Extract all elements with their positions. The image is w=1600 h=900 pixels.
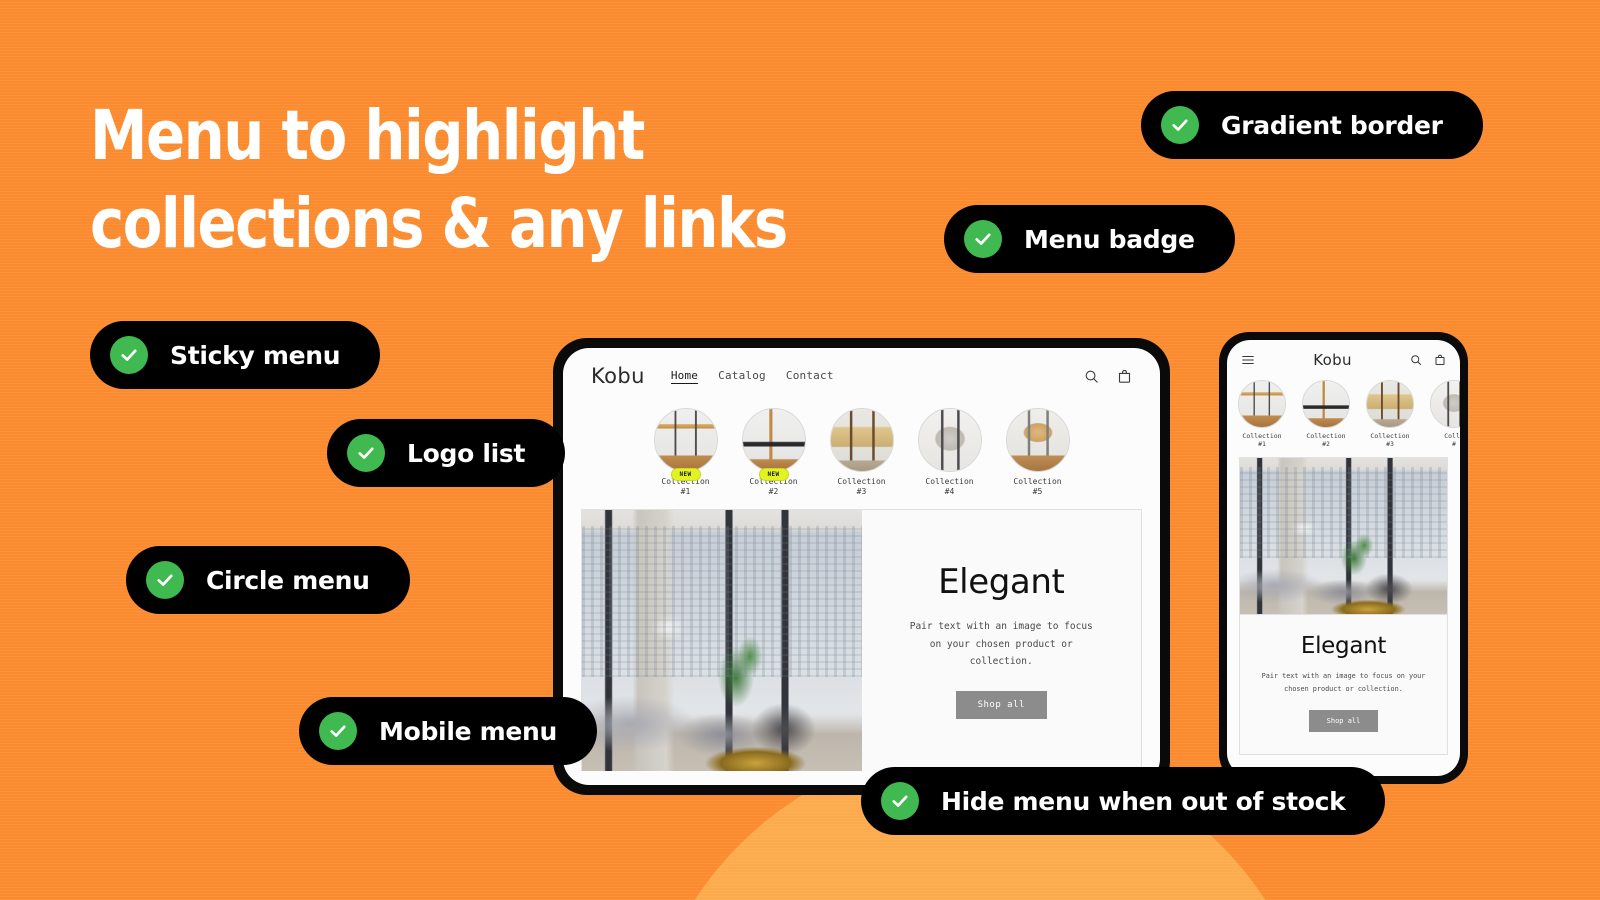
product-image-wood-side-table bbox=[654, 409, 717, 471]
phone-mockup: Kobu Collection #1 Collection #2 Collect… bbox=[1219, 332, 1468, 784]
collection-item[interactable]: Collection #3 bbox=[1365, 380, 1415, 449]
feature-pill-circle-menu[interactable]: Circle menu bbox=[126, 546, 410, 614]
collection-item[interactable]: Collection #5 bbox=[1005, 408, 1071, 497]
feature-pill-label: Circle menu bbox=[206, 565, 370, 595]
collection-label: Collection #4 bbox=[925, 477, 974, 496]
check-icon bbox=[146, 561, 184, 599]
collection-new-badge: NEW bbox=[758, 468, 789, 481]
feature-pill-hide-out-of-stock[interactable]: Hide menu when out of stock bbox=[861, 767, 1386, 835]
feature-pill-label: Menu badge bbox=[1024, 224, 1195, 254]
collection-label: Collection #3 bbox=[837, 477, 886, 496]
hero-title: Elegant bbox=[1300, 632, 1387, 659]
feature-pill-menu-badge[interactable]: Menu badge bbox=[944, 205, 1235, 273]
tablet-nav-links: Home Catalog Contact bbox=[670, 369, 834, 384]
collection-item[interactable]: Collection #3 bbox=[829, 408, 895, 497]
collection-thumbnail bbox=[917, 408, 982, 472]
hero-title: Elegant bbox=[938, 562, 1065, 603]
search-icon[interactable] bbox=[1084, 369, 1099, 384]
feature-pill-gradient-border[interactable]: Gradient border bbox=[1141, 91, 1483, 159]
tablet-hero-text-panel: Elegant Pair text with an image to focus… bbox=[861, 510, 1141, 771]
feature-pill-mobile-menu[interactable]: Mobile menu bbox=[299, 697, 598, 765]
tablet-navbar: Kobu Home Catalog Contact bbox=[563, 348, 1160, 404]
collection-label: Collection #2 bbox=[1306, 432, 1346, 449]
collection-thumbnail bbox=[829, 408, 894, 472]
tablet-nav-icons bbox=[1084, 369, 1132, 384]
tablet-hero-section: Elegant Pair text with an image to focus… bbox=[581, 509, 1142, 771]
check-icon bbox=[347, 434, 385, 472]
tablet-collection-list: NEW Collection #1 NEW Collection #2 Coll… bbox=[563, 404, 1160, 509]
feature-pill-label: Hide menu when out of stock bbox=[941, 786, 1346, 816]
tablet-nav-link-contact[interactable]: Contact bbox=[786, 369, 834, 382]
product-image-wood-side-table bbox=[1239, 381, 1285, 427]
collection-new-badge: NEW bbox=[670, 468, 701, 481]
phone-screen: Kobu Collection #1 Collection #2 Collect… bbox=[1227, 340, 1460, 776]
collection-label: Collection #3 bbox=[1370, 432, 1410, 449]
hero-body-text: Pair text with an image to focus on your… bbox=[909, 621, 1093, 668]
product-image-wooden-dining-chair bbox=[1303, 381, 1349, 427]
collection-label: Collection #1 bbox=[1242, 432, 1282, 449]
tablet-nav-link-catalog[interactable]: Catalog bbox=[718, 369, 766, 382]
phone-collection-list[interactable]: Collection #1 Collection #2 Collection #… bbox=[1227, 380, 1460, 457]
tablet-screen: Kobu Home Catalog Contact NEW Collection… bbox=[563, 348, 1160, 785]
check-icon bbox=[110, 336, 148, 374]
collection-item[interactable]: Collection #4 bbox=[917, 408, 983, 497]
check-icon bbox=[1161, 106, 1199, 144]
tablet-nav-link-home[interactable]: Home bbox=[670, 369, 699, 384]
hamburger-icon[interactable] bbox=[1241, 353, 1255, 367]
collection-thumbnail bbox=[1366, 380, 1414, 428]
collection-item[interactable]: NEW Collection #2 bbox=[741, 408, 807, 497]
check-icon bbox=[964, 220, 1002, 258]
product-image-rattan-chair bbox=[1006, 409, 1069, 471]
product-image-grey-armchair bbox=[918, 409, 981, 471]
collection-thumbnail bbox=[653, 408, 718, 472]
phone-hero-text-panel: Elegant Pair text with an image to focus… bbox=[1239, 614, 1448, 755]
phone-navbar: Kobu bbox=[1227, 340, 1460, 380]
product-image-wooden-dining-chair bbox=[742, 409, 805, 471]
collection-thumbnail bbox=[1238, 380, 1286, 428]
hero-image-modern-living-room bbox=[582, 510, 862, 771]
tablet-mockup: Kobu Home Catalog Contact NEW Collection… bbox=[553, 338, 1170, 795]
collection-item[interactable]: Colle # bbox=[1429, 380, 1460, 449]
hero-body-text: Pair text with an image to focus on your… bbox=[1261, 671, 1426, 693]
hero-image-modern-living-room bbox=[1239, 456, 1448, 615]
feature-pill-sticky-menu[interactable]: Sticky menu bbox=[90, 321, 381, 389]
collection-thumbnail bbox=[1302, 380, 1350, 428]
feature-pill-label: Sticky menu bbox=[170, 340, 341, 370]
shop-all-button[interactable]: Shop all bbox=[955, 690, 1047, 719]
shop-all-button[interactable]: Shop all bbox=[1308, 709, 1379, 732]
check-icon bbox=[881, 782, 919, 820]
feature-pill-label: Gradient border bbox=[1221, 110, 1443, 140]
collection-item[interactable]: NEW Collection #1 bbox=[653, 408, 719, 497]
collection-label: Colle # bbox=[1444, 432, 1460, 449]
cart-icon[interactable] bbox=[1117, 369, 1132, 384]
phone-store-logo[interactable]: Kobu bbox=[1255, 351, 1410, 369]
collection-thumbnail bbox=[741, 408, 806, 472]
collection-item[interactable]: Collection #1 bbox=[1237, 380, 1287, 449]
page-headline: Menu to highlight collections & any link… bbox=[90, 96, 788, 265]
tablet-store-logo[interactable]: Kobu bbox=[591, 364, 645, 388]
product-image-grey-armchair bbox=[1431, 381, 1460, 427]
collection-label: Collection #5 bbox=[1013, 477, 1062, 496]
feature-pill-label: Mobile menu bbox=[379, 716, 558, 746]
product-image-wood-cabinet bbox=[830, 409, 893, 471]
feature-pill-logo-list[interactable]: Logo list bbox=[327, 419, 566, 487]
check-icon bbox=[319, 712, 357, 750]
feature-pill-label: Logo list bbox=[407, 438, 526, 468]
cart-icon[interactable] bbox=[1434, 354, 1446, 366]
phone-nav-icons bbox=[1410, 354, 1446, 366]
product-image-wood-cabinet bbox=[1367, 381, 1413, 427]
collection-item[interactable]: Collection #2 bbox=[1301, 380, 1351, 449]
collection-thumbnail bbox=[1005, 408, 1070, 472]
search-icon[interactable] bbox=[1410, 354, 1422, 366]
collection-thumbnail bbox=[1430, 380, 1460, 428]
